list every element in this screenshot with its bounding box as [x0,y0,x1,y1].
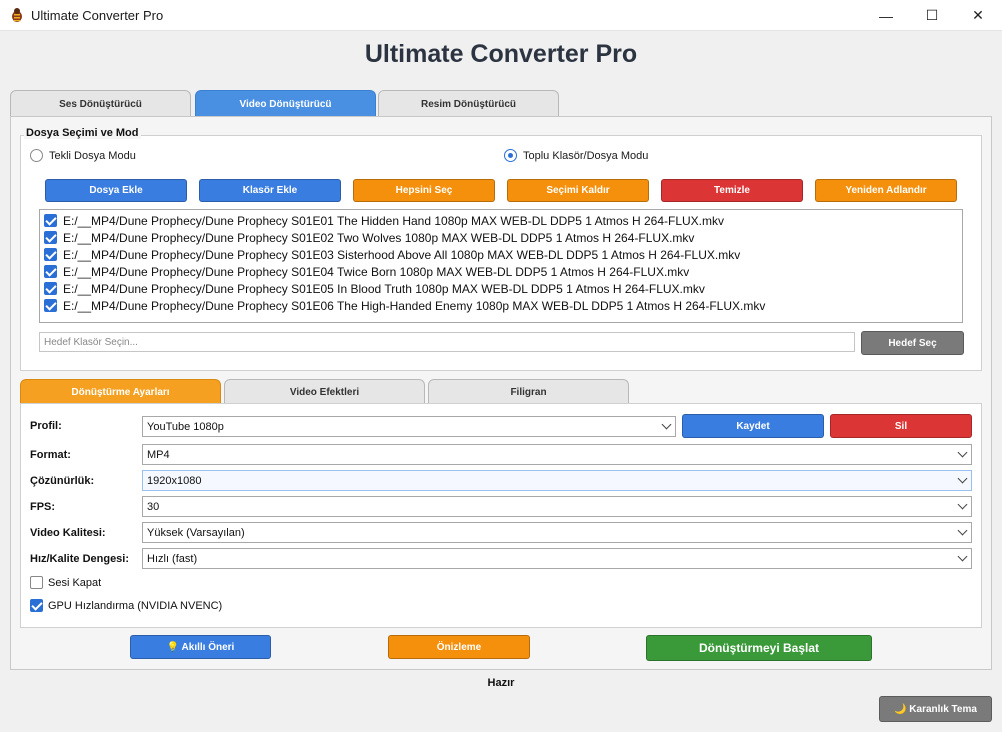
tab-audio-converter[interactable]: Ses Dönüştürücü [10,90,191,117]
file-list-item[interactable]: E:/__MP4/Dune Prophecy/Dune Prophecy S01… [44,212,724,229]
fps-label: FPS: [30,501,56,513]
chevron-down-icon [661,419,672,430]
chevron-down-icon [957,473,968,484]
checkbox-checked-icon[interactable] [44,231,57,244]
speed-quality-value: Hızlı (fast) [147,552,198,565]
video-quality-select[interactable]: Yüksek (Varsayılan) [142,522,972,543]
checkbox-unchecked-icon [30,576,43,589]
gpu-acceleration-checkbox[interactable]: GPU Hızlandırma (NVIDIA NVENC) [30,599,222,612]
profile-select[interactable]: YouTube 1080p [142,416,676,437]
file-list-item[interactable]: E:/__MP4/Dune Prophecy/Dune Prophecy S01… [44,280,705,297]
gpu-acceleration-label: GPU Hızlandırma (NVIDIA NVENC) [48,599,223,612]
window-title: Ultimate Converter Pro [31,8,164,23]
chevron-down-icon [957,525,968,536]
close-button[interactable]: ✕ [955,0,1001,31]
speed-quality-label: Hız/Kalite Dengesi: [30,553,130,565]
tab-video-effects[interactable]: Video Efektleri [224,379,425,404]
fps-value: 30 [147,500,160,513]
checkbox-checked-icon[interactable] [44,299,57,312]
app-heading: Ultimate Converter Pro [364,40,638,68]
select-all-button[interactable]: Hepsini Seç [353,179,495,202]
file-path: E:/__MP4/Dune Prophecy/Dune Prophecy S01… [63,298,766,313]
minimize-icon: — [879,7,893,24]
batch-mode-radio[interactable]: Toplu Klasör/Dosya Modu [504,149,648,162]
deselect-button[interactable]: Seçimi Kaldır [507,179,649,202]
format-select[interactable]: MP4 [142,444,972,465]
delete-profile-button[interactable]: Sil [830,414,972,438]
file-path: E:/__MP4/Dune Prophecy/Dune Prophecy S01… [63,281,705,296]
add-file-button[interactable]: Dosya Ekle [45,179,187,202]
window-titlebar: Ultimate Converter Pro — ☐ ✕ [0,0,1002,31]
checkbox-checked-icon [30,599,43,612]
status-text: Hazır [487,677,515,689]
file-list-item[interactable]: E:/__MP4/Dune Prophecy/Dune Prophecy S01… [44,229,694,246]
checkbox-checked-icon[interactable] [44,214,57,227]
format-value: MP4 [147,448,170,461]
single-file-mode-label: Tekli Dosya Modu [49,149,136,162]
smart-suggest-button[interactable]: 💡 Akıllı Öneri [130,635,271,659]
speed-quality-select[interactable]: Hızlı (fast) [142,548,972,569]
app-bug-icon [12,8,22,22]
mute-audio-label: Sesi Kapat [48,576,102,589]
tab-image-converter[interactable]: Resim Dönüştürücü [378,90,559,117]
add-folder-button[interactable]: Klasör Ekle [199,179,341,202]
file-list-item[interactable]: E:/__MP4/Dune Prophecy/Dune Prophecy S01… [44,263,689,280]
maximize-icon: ☐ [925,7,939,23]
format-label: Format: [30,449,71,461]
fps-select[interactable]: 30 [142,496,972,517]
mute-audio-checkbox[interactable]: Sesi Kapat [30,576,101,589]
target-folder-input[interactable] [39,332,855,352]
close-icon: ✕ [972,7,984,23]
tab-video-converter[interactable]: Video Dönüştürücü [195,90,376,117]
radio-unchecked-icon [30,149,43,162]
rename-button[interactable]: Yeniden Adlandır [815,179,957,202]
tab-watermark[interactable]: Filigran [428,379,629,404]
file-path: E:/__MP4/Dune Prophecy/Dune Prophecy S01… [63,247,741,262]
file-path: E:/__MP4/Dune Prophecy/Dune Prophecy S01… [63,264,690,279]
maximize-button[interactable]: ☐ [909,0,955,31]
minimize-button[interactable]: — [863,0,909,31]
start-conversion-button[interactable]: Dönüştürmeyi Başlat [646,635,872,661]
video-quality-value: Yüksek (Varsayılan) [147,526,245,539]
radio-checked-icon [504,149,517,162]
file-path: E:/__MP4/Dune Prophecy/Dune Prophecy S01… [63,230,695,245]
select-target-button[interactable]: Hedef Seç [861,331,964,355]
file-list[interactable]: E:/__MP4/Dune Prophecy/Dune Prophecy S01… [39,209,963,323]
resolution-label: Çözünürlük: [30,475,95,487]
chevron-down-icon [957,447,968,458]
resolution-value: 1920x1080 [147,474,202,487]
chevron-down-icon [957,499,968,510]
file-list-item[interactable]: E:/__MP4/Dune Prophecy/Dune Prophecy S01… [44,297,765,314]
tab-conversion-settings[interactable]: Dönüştürme Ayarları [20,379,221,404]
profile-label: Profil: [30,420,62,432]
video-quality-label: Video Kalitesi: [30,527,106,539]
file-list-item[interactable]: E:/__MP4/Dune Prophecy/Dune Prophecy S01… [44,246,740,263]
single-file-mode-radio[interactable]: Tekli Dosya Modu [30,149,136,162]
preview-button[interactable]: Önizleme [388,635,530,659]
dark-theme-button[interactable]: 🌙 Karanlık Tema [879,696,992,722]
file-path: E:/__MP4/Dune Prophecy/Dune Prophecy S01… [63,213,724,228]
checkbox-checked-icon[interactable] [44,265,57,278]
checkbox-checked-icon[interactable] [44,248,57,261]
checkbox-checked-icon[interactable] [44,282,57,295]
chevron-down-icon [957,551,968,562]
profile-value: YouTube 1080p [147,420,224,433]
resolution-select[interactable]: 1920x1080 [142,470,972,491]
clear-button[interactable]: Temizle [661,179,803,202]
file-selection-title: Dosya Seçimi ve Mod [24,127,141,139]
save-profile-button[interactable]: Kaydet [682,414,824,438]
batch-mode-label: Toplu Klasör/Dosya Modu [523,149,649,162]
